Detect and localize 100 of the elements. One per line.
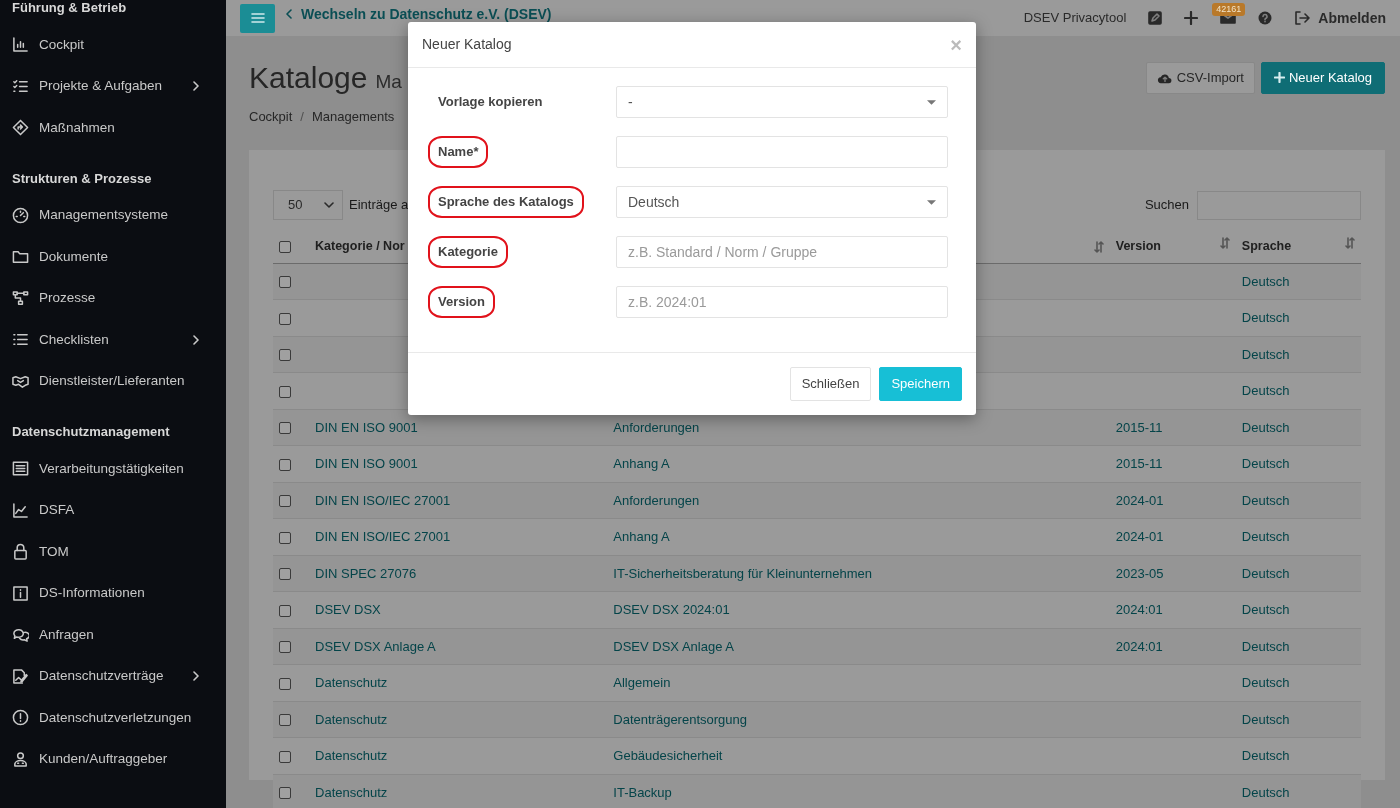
sidebar-item[interactable]: Datenschutzverletzungen xyxy=(12,697,214,739)
row-checkbox[interactable] xyxy=(279,458,291,471)
csv-import-button[interactable]: CSV-Import xyxy=(1145,62,1255,94)
table-link[interactable]: Deutsch xyxy=(1241,711,1290,727)
table-link[interactable]: Deutsch xyxy=(1241,419,1290,435)
table-link[interactable]: Deutsch xyxy=(1241,456,1290,471)
table-link[interactable]: Deutsch xyxy=(1241,273,1290,289)
sidebar-item[interactable]: Maßnahmen xyxy=(12,107,214,149)
table-link[interactable]: Deutsch xyxy=(1241,383,1290,398)
notification-badge: 42161 xyxy=(1212,3,1246,16)
select-all-checkbox[interactable] xyxy=(279,241,291,254)
sidebar-item[interactable]: Prozesse xyxy=(12,277,214,319)
table-link[interactable]: Deutsch xyxy=(1241,675,1290,690)
new-catalog-button[interactable]: Neuer Katalog xyxy=(1260,62,1385,94)
row-checkbox[interactable] xyxy=(279,677,291,690)
table-link[interactable]: Anhang A xyxy=(613,456,670,471)
table-link[interactable]: Anforderungen xyxy=(613,419,700,435)
back-link[interactable]: Wechseln zu Datenschutz e.V. (DSEV) xyxy=(285,3,552,25)
sidebar-item[interactable]: DSFA xyxy=(12,489,214,531)
logout-link[interactable]: Abmelden xyxy=(1294,7,1386,29)
table-link[interactable]: Datenschutz xyxy=(315,748,388,763)
row-checkbox[interactable] xyxy=(279,714,291,727)
save-button[interactable]: Speichern xyxy=(879,367,962,401)
table-link[interactable]: Datenschutz xyxy=(315,711,388,727)
sidebar-item[interactable]: Verarbeitungstätigkeiten xyxy=(12,448,214,490)
menu-button[interactable] xyxy=(240,3,275,33)
table-link[interactable]: Deutsch xyxy=(1241,492,1290,508)
table-link[interactable]: Allgemein xyxy=(613,675,671,690)
table-link[interactable]: DSEV DSX Anlage A xyxy=(315,638,436,654)
table-link[interactable]: Anhang A xyxy=(613,529,670,544)
table-link[interactable]: DIN EN ISO/IEC 27001 xyxy=(315,492,451,508)
sidebar-item[interactable]: Cockpit xyxy=(12,24,214,66)
input-field[interactable] xyxy=(616,136,948,168)
table-link[interactable]: 2024-01 xyxy=(1115,492,1164,508)
table-link[interactable]: Datenschutz xyxy=(315,784,388,800)
table-link[interactable]: Deutsch xyxy=(1241,638,1290,654)
table-link[interactable]: Deutsch xyxy=(1241,346,1290,362)
table-link[interactable]: Deutsch xyxy=(1241,310,1290,325)
sidebar-item[interactable]: Projekte & Aufgaben xyxy=(12,65,214,107)
table-link[interactable]: Deutsch xyxy=(1241,602,1290,617)
column-header[interactable]: Kategorie / Nor xyxy=(315,239,405,254)
plus-icon xyxy=(1184,11,1199,25)
table-link[interactable]: DSEV DSX Anlage A xyxy=(613,638,734,654)
row-checkbox[interactable] xyxy=(279,750,291,763)
row-checkbox[interactable] xyxy=(279,349,291,362)
dropdown[interactable]: - xyxy=(616,86,948,118)
sidebar-item[interactable]: Dokumente xyxy=(12,236,214,278)
table-link[interactable]: Datenschutz xyxy=(315,675,388,690)
table-link[interactable]: Gebäudesicherheit xyxy=(613,748,723,763)
row-checkbox[interactable] xyxy=(279,531,291,544)
row-checkbox[interactable] xyxy=(279,495,291,508)
column-header[interactable]: Version xyxy=(1115,239,1161,254)
logout-icon xyxy=(1294,11,1311,25)
breadcrumb-link[interactable]: Cockpit xyxy=(249,106,293,126)
table-link[interactable]: DIN EN ISO 9001 xyxy=(315,419,418,435)
sidebar-item[interactable]: DS-Informationen xyxy=(12,572,214,614)
close-button[interactable]: Schließen xyxy=(789,367,872,401)
input-field[interactable]: z.B. Standard / Norm / Gruppe xyxy=(616,236,948,268)
table-link[interactable]: 2015-11 xyxy=(1115,456,1163,471)
sidebar-item[interactable]: Managementsysteme xyxy=(12,194,214,236)
sidebar-item[interactable]: Datenschutzverträge xyxy=(12,655,214,697)
page-title: Kataloge xyxy=(249,60,368,96)
table-link[interactable]: 2024-01 xyxy=(1115,529,1164,544)
table-link[interactable]: IT-Backup xyxy=(613,784,672,800)
sidebar-item[interactable]: Kunden/Auftraggeber xyxy=(12,738,214,780)
table-link[interactable]: DSEV DSX 2024:01 xyxy=(613,602,730,617)
breadcrumb-link[interactable]: Managements xyxy=(312,106,395,126)
sidebar-item[interactable]: Dienstleister/Lieferanten xyxy=(12,360,214,402)
table-link[interactable]: DSEV DSX xyxy=(315,602,381,617)
input-field[interactable]: z.B. 2024:01 xyxy=(616,286,948,318)
table-link[interactable]: 2024:01 xyxy=(1115,638,1163,654)
table-link[interactable]: Deutsch xyxy=(1241,565,1290,581)
row-checkbox[interactable] xyxy=(279,385,291,398)
table-link[interactable]: 2015-11 xyxy=(1115,419,1163,435)
table-link[interactable]: DIN EN ISO 9001 xyxy=(315,456,418,471)
page-size-select[interactable]: 50 xyxy=(273,190,343,220)
table-link[interactable]: Deutsch xyxy=(1241,748,1290,763)
edit-icon xyxy=(1148,11,1163,25)
row-checkbox[interactable] xyxy=(279,422,291,435)
row-checkbox[interactable] xyxy=(279,604,291,617)
table-link[interactable]: Deutsch xyxy=(1241,529,1290,544)
table-link[interactable]: DIN EN ISO/IEC 27001 xyxy=(315,529,451,544)
table-link[interactable]: DIN SPEC 27076 xyxy=(315,565,417,581)
row-checkbox[interactable] xyxy=(279,312,291,325)
table-link[interactable]: Datenträgerentsorgung xyxy=(613,711,747,727)
table-link[interactable]: Deutsch xyxy=(1241,784,1290,800)
sidebar-item[interactable]: TOM xyxy=(12,531,214,573)
table-link[interactable]: Anforderungen xyxy=(613,492,700,508)
sidebar-item[interactable]: Anfragen xyxy=(12,614,214,656)
row-checkbox[interactable] xyxy=(279,641,291,654)
column-header[interactable]: Sprache xyxy=(1241,239,1292,254)
table-link[interactable]: 2023-05 xyxy=(1115,565,1164,581)
row-checkbox[interactable] xyxy=(279,568,291,581)
table-link[interactable]: 2024:01 xyxy=(1115,602,1163,617)
folder-icon xyxy=(12,248,29,266)
sidebar-item[interactable]: Checklisten xyxy=(12,319,214,361)
row-checkbox[interactable] xyxy=(279,787,291,800)
dropdown[interactable]: Deutsch xyxy=(616,186,948,218)
field-label: Vorlage kopieren xyxy=(437,93,544,112)
row-checkbox[interactable] xyxy=(279,276,291,289)
